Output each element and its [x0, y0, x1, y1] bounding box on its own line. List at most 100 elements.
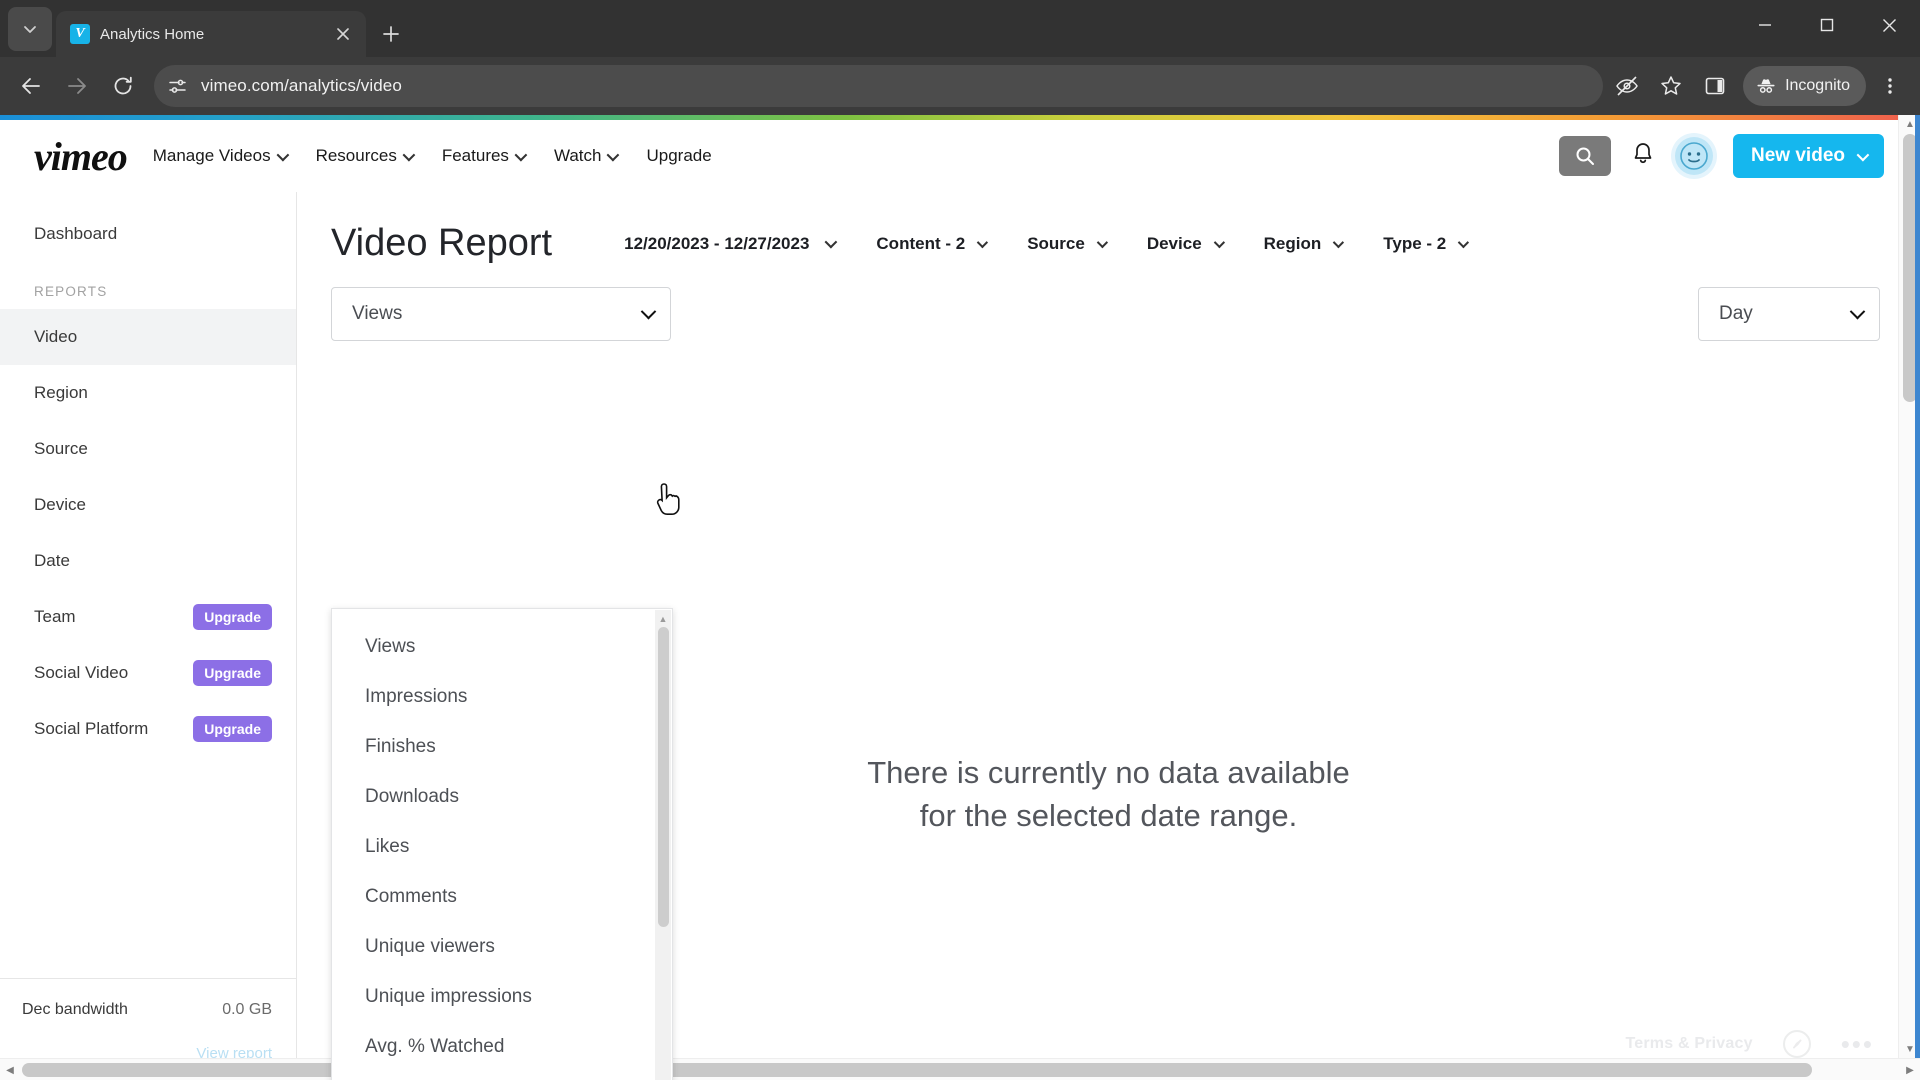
chevron-down-icon — [276, 148, 289, 161]
plus-icon[interactable] — [374, 17, 408, 51]
chevron-down-icon — [976, 236, 989, 248]
sidebar-item-social-video[interactable]: Social Video Upgrade — [0, 645, 296, 701]
mouse-cursor-pointer — [656, 483, 680, 515]
nav-label: Features — [441, 146, 509, 165]
sidebar-item-label: Social Platform — [34, 719, 149, 738]
upgrade-badge[interactable]: Upgrade — [193, 604, 272, 630]
sidebar-item-device[interactable]: Device — [0, 477, 296, 533]
sidebar-item-label: Date — [34, 551, 70, 570]
search-icon[interactable] — [1559, 136, 1612, 176]
page-title: Video Report — [331, 222, 553, 264]
bandwidth-label: Dec bandwidth — [22, 1001, 128, 1018]
sidebar-item-team[interactable]: Team Upgrade — [0, 589, 296, 645]
tab-strip: V Analytics Home — [0, 0, 1920, 57]
chevron-down-icon — [514, 148, 528, 161]
tab-title: Analytics Home — [100, 25, 205, 43]
browser-window: V Analytics Home vimeo.com/analytics/vid… — [0, 0, 1920, 1080]
feather-circle-icon[interactable] — [1782, 1030, 1811, 1058]
filter-source[interactable]: Source — [1027, 234, 1108, 254]
bookmark-star-icon[interactable] — [1651, 66, 1691, 106]
metric-select[interactable]: Views — [331, 287, 671, 341]
sidebar-item-date[interactable]: Date — [0, 533, 296, 589]
filter-content[interactable]: Content - 2 — [876, 234, 989, 254]
eye-off-icon[interactable] — [1607, 66, 1647, 106]
filter-label: Type - 2 — [1383, 233, 1447, 253]
browser-toolbar: vimeo.com/analytics/video Incognito — [0, 57, 1920, 115]
sidebar-item-dashboard[interactable]: Dashboard — [0, 206, 296, 262]
sidebar-items: Dashboard REPORTS Video Region Source De… — [0, 192, 296, 978]
sidebar-section-reports: REPORTS — [34, 284, 108, 299]
sidebar-item-region[interactable]: Region — [0, 365, 296, 421]
nav-item-watch[interactable]: Watch — [553, 146, 620, 166]
metric-option[interactable]: Finishes — [332, 722, 672, 772]
ellipsis-icon[interactable]: ••• — [1841, 1031, 1874, 1057]
tab-search-button[interactable] — [8, 7, 52, 51]
address-bar[interactable]: vimeo.com/analytics/video — [154, 65, 1604, 107]
sidebar-item-social-platform[interactable]: Social Platform Upgrade — [0, 701, 296, 757]
metric-option[interactable]: Unique viewers — [332, 922, 672, 972]
reload-icon[interactable] — [102, 65, 144, 107]
dropdown-scrollbar[interactable]: ▲ ▼ — [655, 610, 671, 1080]
filter-type[interactable]: Type - 2 — [1383, 233, 1470, 254]
metric-option[interactable]: Avg. % Watched — [332, 1022, 672, 1072]
metric-option[interactable]: Avg. Time Watched — [332, 1072, 672, 1080]
browser-tab[interactable]: V Analytics Home — [56, 11, 366, 57]
interval-select[interactable]: Day — [1698, 287, 1880, 341]
filter-bar: 12/20/2023 - 12/27/2023 Content - 2 Sour… — [624, 233, 1470, 254]
sidebar: Dashboard REPORTS Video Region Source De… — [0, 192, 297, 1080]
maximize-icon[interactable] — [1796, 0, 1858, 50]
metric-option[interactable]: Impressions — [332, 672, 672, 722]
terms-privacy-link[interactable]: Terms & Privacy — [1625, 1035, 1752, 1053]
sidebar-item-label: Region — [34, 383, 88, 402]
vimeo-logo[interactable]: vimeo — [34, 133, 128, 180]
avatar[interactable] — [1675, 137, 1714, 175]
upgrade-badge[interactable]: Upgrade — [193, 716, 272, 742]
close-window-icon[interactable] — [1858, 0, 1920, 50]
metric-select-value: Views — [352, 303, 403, 324]
metric-option[interactable]: Likes — [332, 822, 672, 872]
filter-device[interactable]: Device — [1147, 234, 1225, 254]
three-dot-menu-icon[interactable] — [1870, 66, 1910, 106]
sidebar-item-label: Device — [34, 495, 86, 514]
scroll-up-icon[interactable]: ▲ — [655, 610, 671, 627]
scrollbar-thumb[interactable] — [657, 627, 669, 927]
sidebar-item-video[interactable]: Video — [0, 309, 296, 365]
chevron-down-icon — [1333, 236, 1345, 248]
metric-option[interactable]: Comments — [332, 872, 672, 922]
minimize-icon[interactable] — [1734, 0, 1796, 50]
close-icon[interactable] — [330, 21, 356, 47]
url-text: vimeo.com/analytics/video — [201, 76, 402, 95]
new-video-button[interactable]: New video — [1733, 134, 1884, 178]
metric-option[interactable]: Downloads — [332, 772, 672, 822]
window-controls — [1734, 0, 1920, 50]
side-panel-icon[interactable] — [1695, 66, 1735, 106]
upgrade-badge[interactable]: Upgrade — [193, 660, 272, 686]
forward-arrow-icon — [56, 65, 98, 107]
scroll-left-icon[interactable]: ◀ — [0, 1059, 20, 1080]
window-edge-highlight — [1915, 115, 1920, 1058]
sidebar-item-source[interactable]: Source — [0, 421, 296, 477]
filter-region[interactable]: Region — [1264, 234, 1345, 254]
metric-dropdown-menu[interactable]: Views Impressions Finishes Downloads Lik… — [331, 608, 673, 1080]
page-horizontal-scrollbar[interactable]: ◀ ▶ — [0, 1058, 1920, 1080]
sidebar-item-label: Dashboard — [34, 224, 118, 243]
bell-icon[interactable] — [1631, 141, 1655, 172]
metric-option[interactable]: Unique impressions — [332, 972, 672, 1022]
scrollbar-thumb[interactable] — [22, 1063, 1812, 1077]
back-arrow-icon[interactable] — [10, 65, 52, 107]
nav-item-resources[interactable]: Resources — [316, 146, 416, 166]
nav-item-upgrade[interactable]: Upgrade — [646, 146, 711, 166]
nav-item-features[interactable]: Features — [441, 146, 528, 166]
chevron-down-icon — [1458, 236, 1470, 248]
chevron-down-icon — [607, 148, 620, 161]
site-header: vimeo Manage Videos Resources Features W… — [0, 120, 1920, 192]
date-range-picker[interactable]: 12/20/2023 - 12/27/2023 — [624, 233, 838, 254]
report-header: Video Report 12/20/2023 - 12/27/2023 Con… — [297, 192, 1920, 265]
metric-option[interactable]: Views — [332, 622, 672, 672]
nav-label: Watch — [553, 146, 602, 165]
nav-item-manage-videos[interactable]: Manage Videos — [153, 146, 289, 166]
incognito-indicator[interactable]: Incognito — [1743, 66, 1866, 106]
scroll-right-icon[interactable]: ▶ — [1900, 1059, 1920, 1080]
interval-select-value: Day — [1719, 303, 1753, 324]
date-range-label: 12/20/2023 - 12/27/2023 — [624, 233, 810, 253]
